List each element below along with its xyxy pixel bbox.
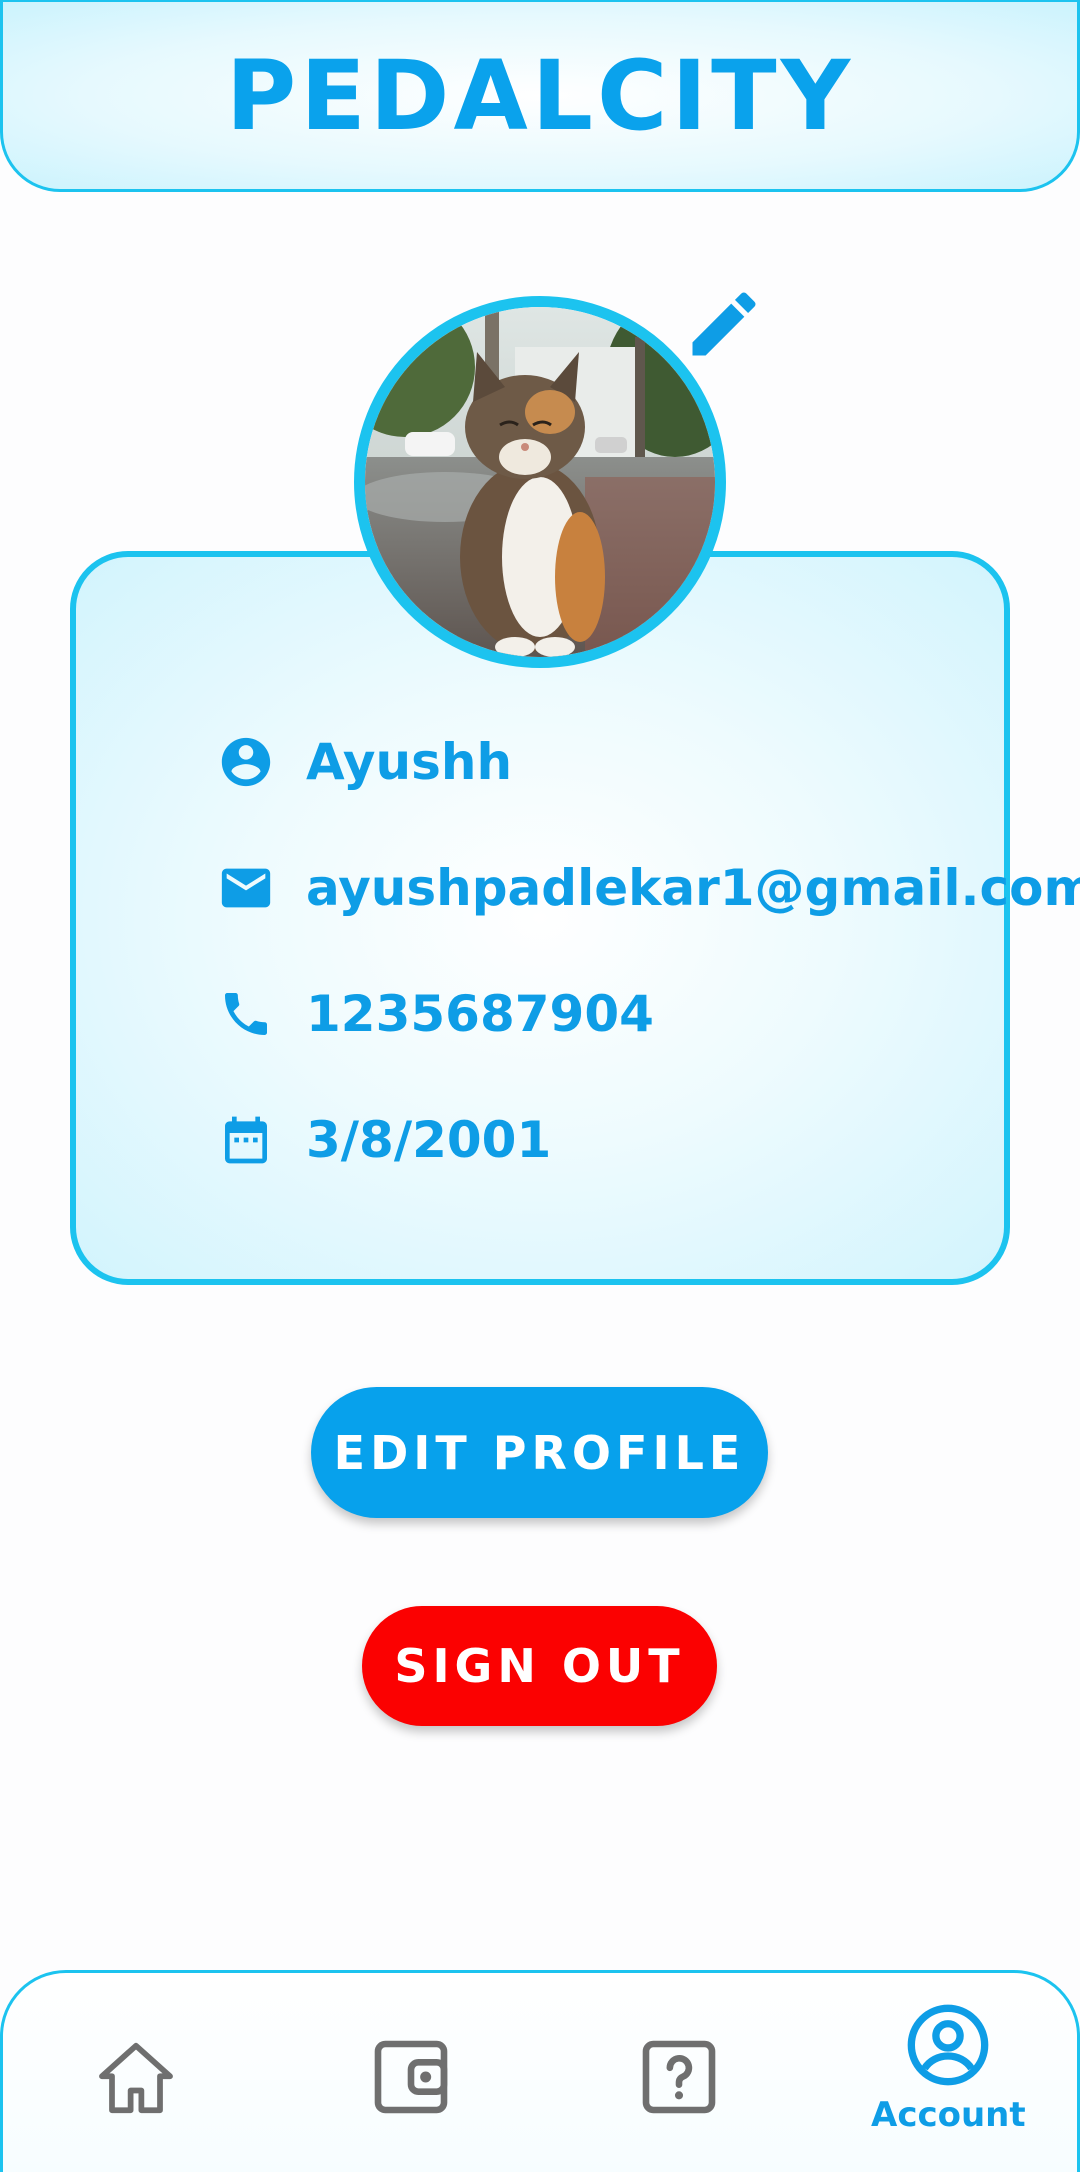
profile-phone: 1235687904 xyxy=(306,985,654,1043)
profile-email: ayushpadlekar1@gmail.com xyxy=(306,859,1080,917)
app-header: PEDALCITY xyxy=(0,0,1080,192)
nav-home[interactable] xyxy=(93,2035,179,2121)
nav-account[interactable]: Account xyxy=(871,2001,1026,2135)
wallet-icon xyxy=(374,2040,448,2114)
dob-row: 3/8/2001 xyxy=(216,1105,551,1175)
cat-photo xyxy=(365,307,715,657)
nav-account-label: Account xyxy=(871,2095,1026,2135)
account-screen: PEDALCITY Ayushh ayushpadlekar1@gmail.co… xyxy=(0,0,1080,2172)
name-row: Ayushh xyxy=(216,727,512,797)
profile-name: Ayushh xyxy=(306,733,513,791)
help-icon xyxy=(642,2040,716,2114)
bottom-navigation: Account xyxy=(0,1970,1080,2172)
edit-avatar-button[interactable] xyxy=(682,282,766,366)
sign-out-button[interactable]: SIGN OUT xyxy=(362,1606,717,1726)
account-icon xyxy=(907,2004,989,2086)
phone-row: 1235687904 xyxy=(216,979,654,1049)
mail-icon xyxy=(216,858,276,918)
profile-dob: 3/8/2001 xyxy=(306,1111,552,1169)
phone-icon xyxy=(216,984,276,1044)
calendar-icon xyxy=(216,1110,276,1170)
profile-avatar[interactable] xyxy=(354,296,726,668)
app-title: PEDALCITY xyxy=(225,39,855,152)
home-icon xyxy=(99,2042,173,2114)
nav-wallet[interactable] xyxy=(367,2033,455,2121)
pencil-icon xyxy=(692,292,756,356)
email-row: ayushpadlekar1@gmail.com xyxy=(216,853,1080,923)
nav-help[interactable] xyxy=(635,2033,723,2121)
edit-profile-button[interactable]: EDIT PROFILE xyxy=(311,1387,768,1518)
account-circle-icon xyxy=(216,732,276,792)
